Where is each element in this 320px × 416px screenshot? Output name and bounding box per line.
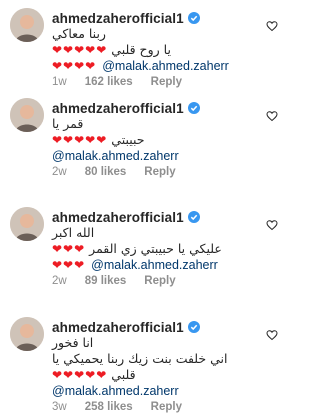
timestamp[interactable]: 1w: [52, 76, 67, 88]
verified-badge-icon: [187, 211, 200, 223]
heart-outline-icon[interactable]: [266, 110, 278, 122]
username[interactable]: ahmedzaherofficial1: [52, 210, 184, 225]
timestamp[interactable]: 2w: [52, 275, 67, 287]
comment-text: الله اكبر: [52, 225, 95, 240]
mention-link[interactable]: @malak.ahmed.zaherr: [102, 59, 229, 73]
verified-badge-icon: [187, 321, 200, 333]
username-row: ahmedzaherofficial1: [52, 319, 200, 335]
comment-meta: 3w 258 likes Reply: [52, 400, 200, 414]
reply-button[interactable]: Reply: [151, 76, 182, 88]
likes-count[interactable]: 89 likes: [85, 275, 127, 287]
comment-text: يا روح قلبي: [111, 42, 171, 57]
timestamp[interactable]: 3w: [52, 401, 67, 413]
comment-line: ❤❤❤ عليكي يا حبيبتي زي القمر: [52, 241, 276, 256]
likes-count[interactable]: 162 likes: [85, 76, 133, 88]
comment-line: انا فخور: [52, 335, 276, 350]
likes-count[interactable]: 258 likes: [85, 401, 133, 413]
comment-meta: 2w 80 likes Reply: [52, 165, 194, 179]
mention-link[interactable]: @malak.ahmed.zaherr: [91, 258, 218, 272]
comment-line: ربنا معاكي: [52, 26, 276, 41]
comment-text: حبيبتي: [111, 132, 145, 147]
verified-badge-icon: [187, 12, 200, 24]
hearts-emoji: ❤❤❤: [52, 241, 86, 256]
username[interactable]: ahmedzaherofficial1: [52, 320, 184, 335]
comment-meta: 1w 162 likes Reply: [52, 75, 200, 89]
avatar[interactable]: [10, 207, 44, 241]
avatar[interactable]: [10, 317, 44, 351]
comment-text: انا فخور: [52, 335, 94, 350]
hearts-emoji: ❤❤❤: [52, 257, 86, 272]
comment-text: عليكي يا حبيبتي زي القمر: [89, 241, 222, 256]
avatar[interactable]: [10, 98, 44, 132]
heart-outline-icon[interactable]: [266, 20, 278, 32]
mention-link[interactable]: @malak.ahmed.zaherr: [52, 384, 179, 398]
timestamp[interactable]: 2w: [52, 166, 67, 178]
comment-text: قمر يا: [52, 116, 84, 131]
comment-line: قمر يا: [52, 116, 276, 131]
comment-line: الله اكبر: [52, 225, 276, 240]
hearts-emoji: ❤❤❤❤❤: [52, 42, 108, 57]
comment-line: اني خلفت بنت زيك ربنا يحميكي يا: [52, 351, 276, 366]
comment-line: @malak.ahmed.zaherr: [52, 383, 276, 398]
reply-button[interactable]: Reply: [144, 275, 175, 287]
hearts-emoji: ❤❤❤❤❤: [52, 367, 108, 382]
avatar-image: [10, 317, 44, 351]
reply-button[interactable]: Reply: [144, 166, 175, 178]
comment-line: @malak.ahmed.zaherr: [52, 148, 276, 163]
comment-text: قلبي: [111, 367, 136, 382]
comment-text: اني خلفت بنت زيك ربنا يحميكي يا: [52, 351, 228, 366]
reply-button[interactable]: Reply: [151, 401, 182, 413]
avatar-image: [10, 8, 44, 42]
comment-meta: 2w 89 likes Reply: [52, 274, 194, 288]
likes-count[interactable]: 80 likes: [85, 166, 127, 178]
username-row: ahmedzaherofficial1: [52, 100, 200, 116]
avatar-image: [10, 98, 44, 132]
comments-feed: ahmedzaherofficial1 ربنا معاكي ❤❤❤❤❤ يا …: [0, 0, 288, 416]
comment-line: ❤❤❤ @malak.ahmed.zaherr: [52, 257, 276, 272]
heart-outline-icon[interactable]: [266, 329, 278, 341]
comment-line: ❤❤❤❤ @malak.ahmed.zaherr: [52, 58, 276, 73]
comment-line: ❤❤❤❤❤ حبيبتي: [52, 132, 276, 147]
comment-line: ❤❤❤❤❤ يا روح قلبي: [52, 42, 276, 57]
avatar[interactable]: [10, 8, 44, 42]
heart-outline-icon[interactable]: [266, 219, 278, 231]
hearts-emoji: ❤❤❤❤: [52, 58, 97, 73]
verified-badge-icon: [187, 102, 200, 114]
hearts-emoji: ❤❤❤❤❤: [52, 132, 108, 147]
username[interactable]: ahmedzaherofficial1: [52, 11, 184, 26]
avatar-image: [10, 207, 44, 241]
comment-line: ❤❤❤❤❤ قلبي: [52, 367, 276, 382]
mention-link[interactable]: @malak.ahmed.zaherr: [52, 149, 179, 163]
username-row: ahmedzaherofficial1: [52, 10, 200, 26]
username-row: ahmedzaherofficial1: [52, 209, 200, 225]
username[interactable]: ahmedzaherofficial1: [52, 101, 184, 116]
comment-text: ربنا معاكي: [52, 26, 106, 41]
